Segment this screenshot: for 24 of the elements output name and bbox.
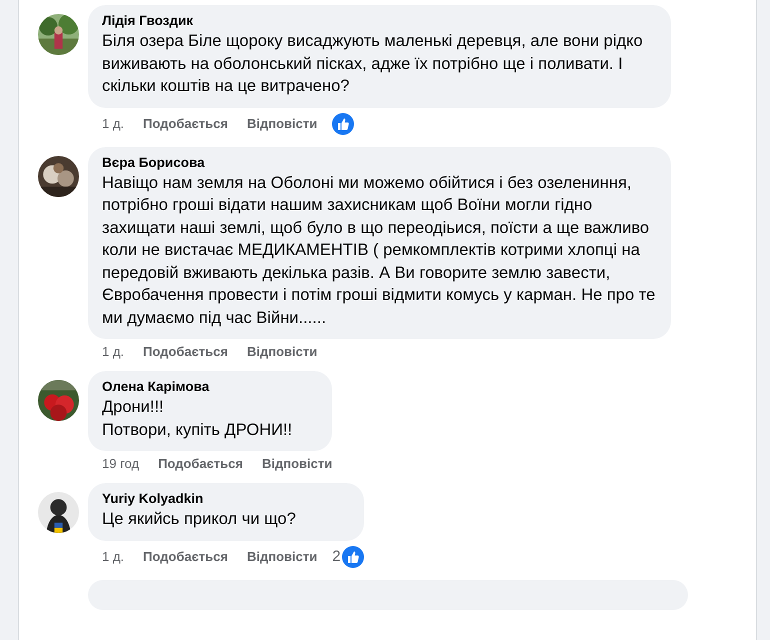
- thumbs-up-icon[interactable]: [332, 112, 354, 134]
- author-name[interactable]: Вєра Борисова: [102, 154, 657, 170]
- comment-text: Потвори, купіть ДРОНИ!!: [102, 420, 294, 440]
- like-link[interactable]: Подобається: [143, 116, 228, 131]
- like-link[interactable]: Подобається: [158, 456, 243, 471]
- thumbs-up-icon[interactable]: [342, 546, 364, 568]
- comment-text: Навіщо нам земля на Оболоні ми можемо обійтися і без озелениння, потрібно гроші відати нашим захисникам щоб Воїни могли гідно захищати наші землі, щоб було в що переодіьися, поїсти а ще важливо коли не вистачає МЕДИКАМЕНТІВ ( ремкомплектів котрими хлопці на передовій вживають декілька разів. А Ви говорите землю завести, Євробачення провести і потім гроші відмити комусь у карман. Не про те ми думаємо під час Війни......: [102, 172, 656, 328]
- author-name[interactable]: Лідія Гвоздик: [102, 13, 657, 28]
- author-name[interactable]: Yuriy Kolyadkin: [102, 491, 350, 506]
- like-link[interactable]: Подобається: [143, 344, 228, 359]
- reply-link[interactable]: Відповісти: [246, 344, 318, 359]
- comment-time[interactable]: 1 д.: [102, 116, 124, 131]
- comment-text: Це якийсь прикол чи що?: [102, 509, 297, 530]
- comment-text: Дрони!!!: [102, 397, 165, 418]
- reaction-count[interactable]: 2: [332, 548, 341, 565]
- comment-time[interactable]: 19 год: [102, 456, 140, 471]
- comment-time[interactable]: 1 д.: [102, 549, 124, 564]
- reply-link[interactable]: Відповісти: [246, 549, 318, 564]
- reply-link[interactable]: Відповісти: [262, 456, 332, 471]
- author-name[interactable]: Олена Карімова: [102, 379, 318, 394]
- like-link[interactable]: Подобається: [143, 549, 228, 564]
- comment-time[interactable]: 1 д.: [102, 344, 124, 359]
- reply-link[interactable]: Відповісти: [246, 116, 318, 131]
- comment-text: Біля озера Біле щороку висаджують маленькі деревця, але вони рідко виживають на оболонський пісках, адже їх потрібно ще і поливати. І скільки коштів на це витрачено?: [102, 31, 644, 97]
